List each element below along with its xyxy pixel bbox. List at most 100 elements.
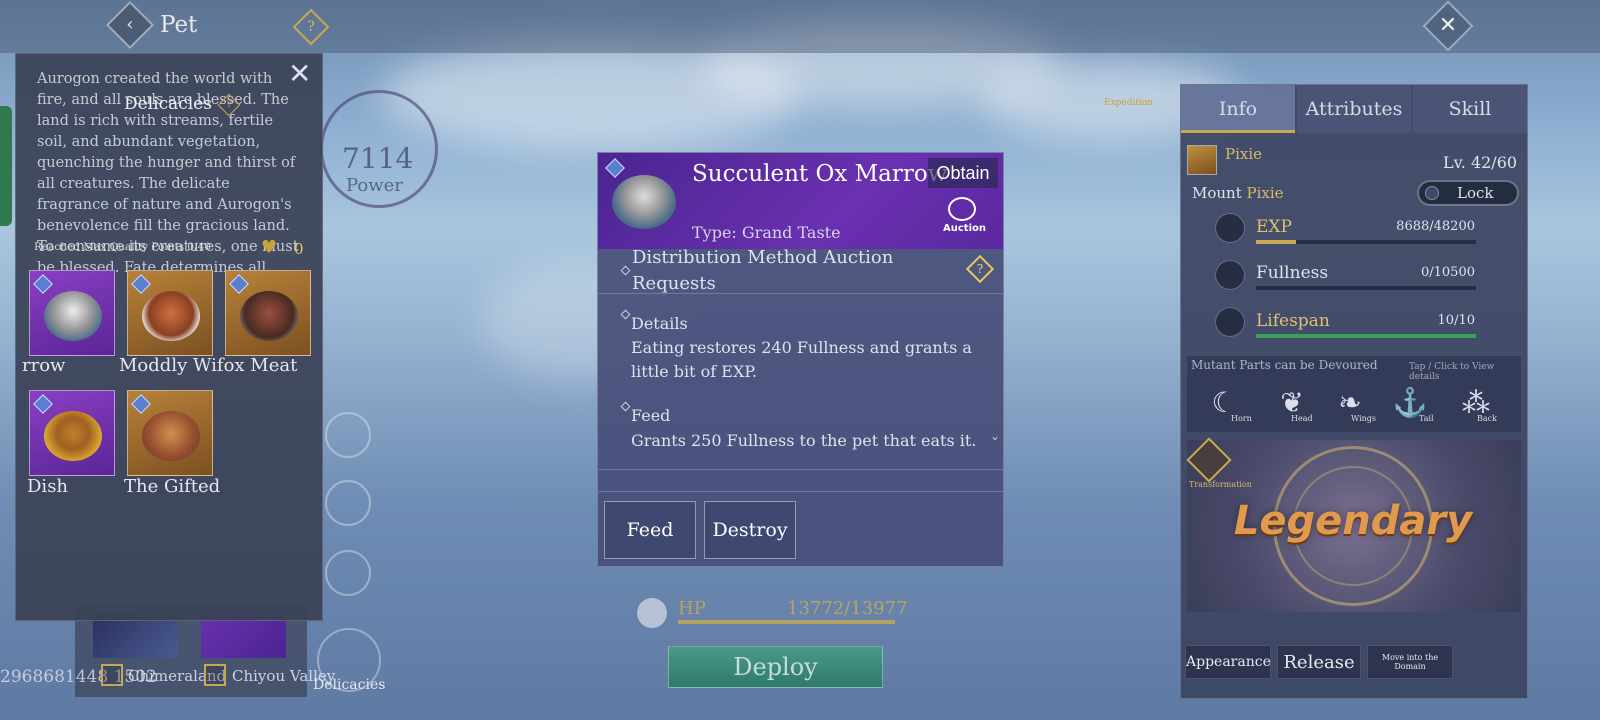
location-checkbox[interactable] — [101, 664, 123, 686]
part-label: Back — [1477, 414, 1497, 423]
mutant-title: Mutant Parts can be Devoured — [1191, 358, 1378, 372]
hp-bar — [678, 620, 895, 624]
power-label: Power — [346, 175, 403, 196]
bullet-icon — [620, 401, 631, 412]
hp-drop-icon — [637, 598, 667, 628]
feed-text: Grants 250 Fullness to the pet that eats… — [631, 431, 977, 450]
release-button[interactable]: Release — [1277, 645, 1361, 679]
scroll-down-icon[interactable]: ⌄ — [990, 429, 1000, 443]
destroy-button[interactable]: Destroy — [704, 501, 796, 559]
food-name: The Gifted — [124, 476, 221, 497]
fullness-bar — [1256, 286, 1476, 290]
food-slot[interactable] — [127, 390, 213, 476]
bullet-icon — [620, 265, 631, 276]
heart-count: 0 — [294, 240, 304, 258]
stat-name: Lifespan — [1256, 311, 1330, 331]
bar-fill — [1256, 334, 1476, 338]
scorpion-icon[interactable] — [325, 412, 371, 458]
help-button[interactable]: ? — [965, 254, 995, 284]
stat-value: 0/10500 — [1420, 265, 1475, 280]
distribution-method: Distribution Method Auction Requests — [632, 247, 894, 294]
obtain-button[interactable]: Obtain — [928, 158, 998, 188]
fullness-icon — [1215, 260, 1245, 290]
stat-value: 10/10 — [1437, 313, 1475, 328]
lock-toggle[interactable]: Lock — [1417, 180, 1519, 206]
food-name: rrow — [22, 355, 66, 376]
tab-skill[interactable]: Skill — [1413, 85, 1527, 133]
hp-value: 13772/13977 — [787, 598, 908, 619]
food-slot[interactable] — [225, 270, 311, 356]
stat-name: Fullness — [1256, 263, 1329, 283]
auction-icon[interactable] — [948, 197, 976, 221]
mount-label: Mount — [1192, 184, 1242, 202]
rarity-gem-icon — [33, 274, 53, 294]
page-title: Pet — [160, 12, 198, 38]
rarity-gem-icon — [33, 394, 53, 414]
divider — [598, 293, 1003, 294]
lock-label: Lock — [1457, 184, 1494, 202]
top-bar — [0, 0, 1600, 53]
deploy-button[interactable]: Deploy — [668, 646, 883, 688]
back-icon: ‹ — [126, 14, 134, 35]
details-text: Eating restores 240 Fullness and grants … — [631, 338, 972, 381]
tab-info[interactable]: Info — [1181, 85, 1295, 133]
rarity-gem-icon — [229, 274, 249, 294]
feed-button[interactable]: Feed — [604, 501, 696, 559]
food-icon — [44, 411, 102, 461]
item-header: Succulent Ox Marrow Obtain Type: Grand T… — [598, 153, 1003, 249]
feed-heading: Feed — [631, 406, 671, 425]
side-tab[interactable] — [0, 106, 12, 226]
bullet-icon — [620, 309, 631, 320]
expedition-label: Expedition — [1104, 98, 1154, 108]
food-name: Dish — [27, 476, 69, 497]
part-label: Tail — [1419, 414, 1434, 423]
food-icon — [142, 411, 200, 461]
mutant-hint: Tap / Click to View details — [1409, 362, 1495, 382]
divider — [598, 491, 1003, 492]
lifespan-bar — [1256, 334, 1476, 338]
move-into-domain-button[interactable]: Move into the Domain — [1367, 645, 1453, 679]
bar-fill — [1256, 240, 1296, 244]
transformation-icon[interactable] — [1186, 437, 1232, 483]
mutant-parts-box: Mutant Parts can be Devoured Tap / Click… — [1187, 356, 1521, 432]
appearance-button[interactable]: Appearance — [1185, 645, 1271, 679]
location-checkbox[interactable] — [204, 664, 226, 686]
info-panel: Info Attributes Skill Pixie Lv. 42/60 Mo… — [1180, 84, 1528, 699]
delicacies-label: Delicacies — [313, 677, 386, 693]
heart-icon: ♥ — [261, 237, 278, 258]
mount-row: Mount Pixie — [1192, 184, 1284, 202]
help-icon: ? — [307, 19, 315, 35]
auction-label: Auction — [943, 223, 986, 234]
part-label: Head — [1291, 414, 1313, 423]
exp-icon — [1215, 213, 1245, 243]
hp-label: HP — [678, 598, 706, 619]
help-icon: ? — [226, 99, 233, 111]
item-detail-popup: Succulent Ox Marrow Obtain Type: Grand T… — [597, 152, 1004, 567]
rarity-gem-icon — [605, 158, 625, 178]
stat-value: 8688/48200 — [1396, 219, 1475, 234]
transformation-label: Transformation — [1189, 480, 1252, 489]
pet-species-icon — [1187, 145, 1217, 175]
moon-icon[interactable] — [325, 550, 371, 596]
rarity-card: Legendary Transformation — [1186, 437, 1521, 612]
item-name: Succulent Ox Marrow — [692, 161, 948, 187]
tab-attributes[interactable]: Attributes — [1297, 85, 1411, 133]
food-icon — [142, 291, 200, 341]
food-icon — [612, 175, 676, 229]
close-icon[interactable]: ✕ — [288, 60, 311, 88]
stat-name: EXP — [1256, 217, 1292, 237]
food-slot[interactable] — [127, 270, 213, 356]
power-value: 7114 — [342, 142, 414, 175]
rarity-text: Legendary — [1233, 498, 1473, 544]
exp-bar — [1256, 240, 1476, 244]
toggle-knob — [1425, 186, 1439, 200]
food-icon — [44, 291, 102, 341]
part-label: Wings — [1351, 414, 1377, 423]
food-slot[interactable] — [29, 390, 115, 476]
bird-icon[interactable] — [325, 480, 371, 526]
food-slot[interactable] — [29, 270, 115, 356]
item-type: Type: Grand Taste — [692, 223, 841, 242]
help-icon: ? — [976, 262, 984, 276]
rarity-gem-icon — [131, 394, 151, 414]
food-icon — [240, 291, 298, 341]
